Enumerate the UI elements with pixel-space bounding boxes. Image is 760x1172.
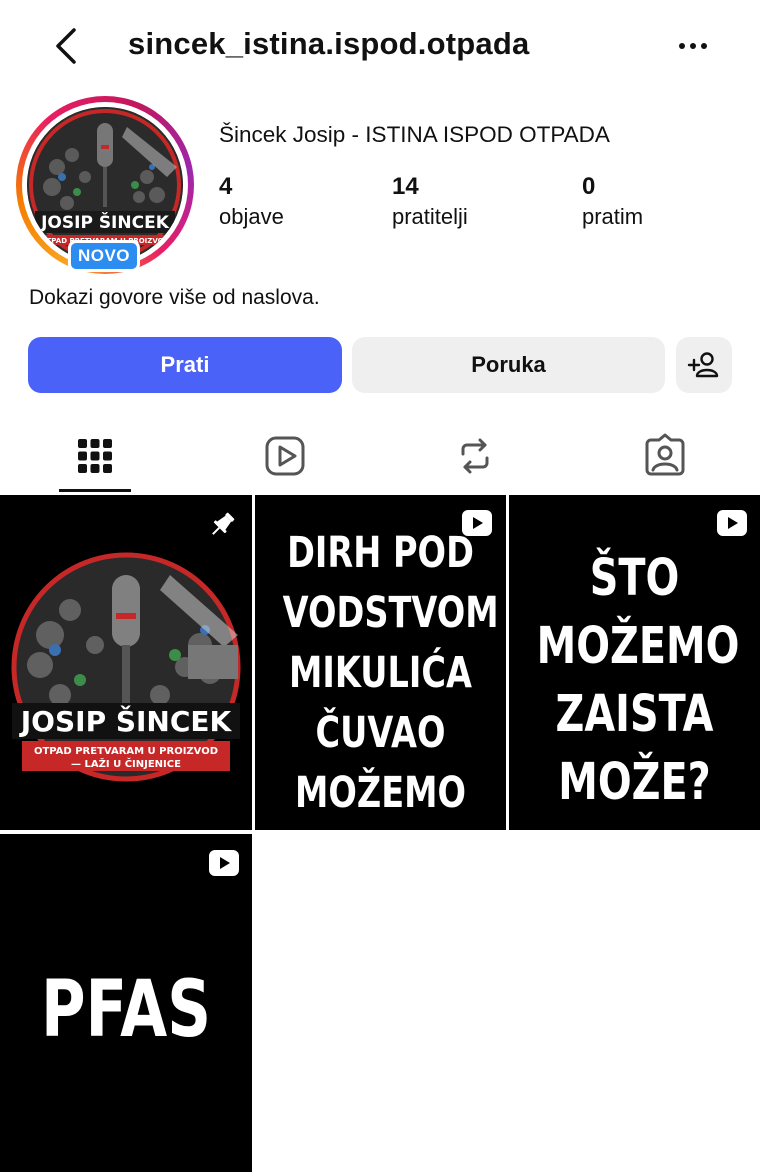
stat-following-value: 0 <box>582 173 596 200</box>
display-name: Šincek Josip - ISTINA ISPOD OTPADA <box>219 122 610 147</box>
tab-reposts[interactable] <box>451 432 499 480</box>
stat-posts-value: 4 <box>219 173 233 200</box>
suggest-users-button[interactable] <box>676 337 732 393</box>
tagged-icon <box>645 433 685 476</box>
active-tab-indicator <box>59 489 131 492</box>
pin-icon <box>212 512 235 535</box>
reel-icon <box>728 517 738 529</box>
tab-reels[interactable] <box>261 432 309 480</box>
profile-tabs <box>0 420 760 494</box>
post-caption: ŠTO MOŽEMO ZAISTA MOŽE? <box>536 549 740 812</box>
follow-button[interactable]: Prati <box>28 337 342 393</box>
stat-following-label: pratim <box>582 204 644 229</box>
post-subtitle: OTPAD PRETVARAM U PROIZVOD <box>34 746 218 757</box>
reel-badge <box>209 850 239 876</box>
profile-bio: Dokazi govore više od naslova. <box>29 286 320 309</box>
reel-badge <box>717 510 747 536</box>
more-options-button[interactable] <box>672 28 716 64</box>
stat-followers[interactable]: 14 pratitelji <box>392 173 468 230</box>
chevron-left-icon <box>56 28 76 64</box>
stat-followers-label: pratitelji <box>392 204 468 229</box>
post-image: JOSIP ŠINCEK OTPAD PRETVARAM U PROIZVOD … <box>0 495 252 830</box>
post-subtitle-2: — LAŽI U ČINJENICE <box>71 757 181 770</box>
post-tile[interactable]: ŠTO MOŽEMO ZAISTA MOŽE? <box>509 495 760 830</box>
reel-icon <box>220 857 230 869</box>
back-button[interactable] <box>50 26 86 66</box>
post-caption: PFAS <box>40 965 212 1055</box>
add-user-icon <box>687 352 719 378</box>
post-tile[interactable]: JOSIP ŠINCEK OTPAD PRETVARAM U PROIZVOD … <box>0 495 252 830</box>
profile-username: sincek_istina.ispod.otpada <box>128 26 530 61</box>
stat-following[interactable]: 0 pratim <box>582 173 643 230</box>
new-badge: NOVO <box>68 240 140 272</box>
more-horizontal-icon <box>679 43 707 49</box>
tab-tagged[interactable] <box>641 432 689 480</box>
message-button[interactable]: Poruka <box>352 337 665 393</box>
reposts-icon <box>461 438 489 474</box>
top-bar: sincek_istina.ispod.otpada <box>0 0 760 92</box>
post-title: JOSIP ŠINCEK <box>19 704 233 738</box>
post-tile[interactable]: PFAS <box>0 834 252 1172</box>
stat-posts[interactable]: 4 objave <box>219 173 284 230</box>
post-caption: DIRH POD VODSTVOM MIKULIĆA ČUVAO MOŽEMO <box>282 528 499 818</box>
grid-icon <box>78 439 112 473</box>
avatar-title: JOSIP ŠINCEK <box>40 211 170 233</box>
stat-followers-value: 14 <box>392 173 419 200</box>
tab-posts[interactable] <box>71 432 119 480</box>
post-tile[interactable]: DIRH POD VODSTVOM MIKULIĆA ČUVAO MOŽEMO <box>255 495 506 830</box>
reels-icon <box>265 436 305 476</box>
stat-posts-label: objave <box>219 204 284 229</box>
